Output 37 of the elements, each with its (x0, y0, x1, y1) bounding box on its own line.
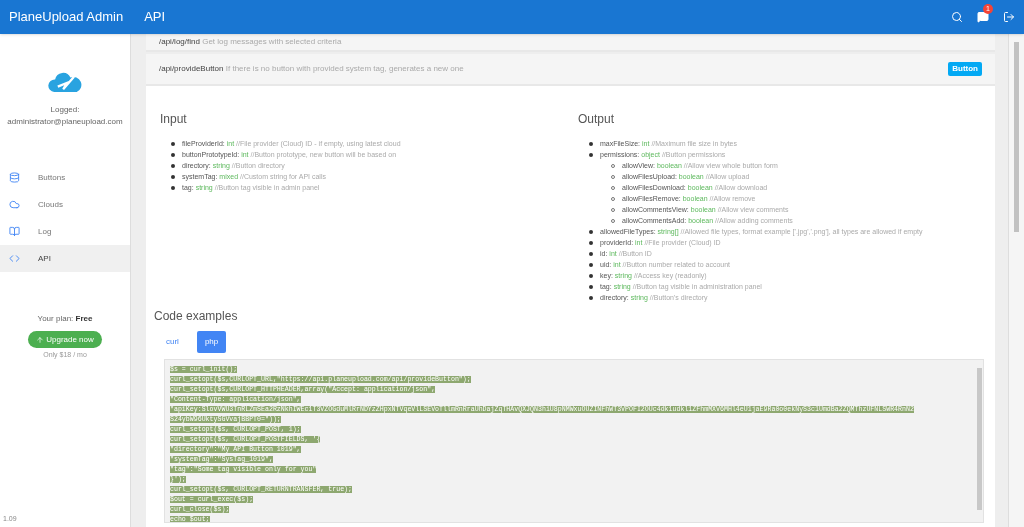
bullet-icon (171, 174, 175, 179)
code-box[interactable] (164, 359, 984, 523)
logo-icon (47, 72, 83, 94)
section-title: Code examples (154, 308, 239, 325)
bullet-icon (589, 284, 593, 289)
arrow-up-icon (36, 335, 45, 344)
bullet-icon (589, 251, 593, 256)
section-title: Input (160, 112, 187, 126)
chat-icon[interactable] (977, 11, 989, 23)
user-email: administrator@planeupload.com (6, 116, 124, 128)
section-title: Output (578, 112, 615, 126)
bullet-icon (589, 229, 593, 234)
bullet-icon (171, 141, 175, 146)
bullet-icon (171, 152, 175, 157)
bullet-icon (171, 163, 175, 168)
bullet-icon (589, 240, 593, 245)
bullet-icon (589, 262, 593, 267)
logout-icon[interactable] (1003, 11, 1015, 23)
bullet-icon (171, 185, 175, 190)
database-icon (9, 172, 20, 183)
code-tab[interactable]: php (196, 331, 227, 353)
code-icon (9, 253, 20, 264)
bullet-icon (589, 273, 593, 278)
upgrade-button[interactable]: Upgrade now (28, 331, 102, 348)
bullet-icon (589, 295, 593, 300)
plan-text: Your plan: Free (36, 313, 94, 325)
page-title: API (144, 8, 166, 27)
bullet-icon (589, 141, 593, 146)
bullet-icon (589, 152, 593, 157)
search-icon[interactable] (951, 11, 963, 23)
code-tab[interactable]: curl (158, 331, 187, 353)
book-icon (9, 226, 20, 237)
logged-label: Logged: (49, 104, 81, 116)
cloud-icon (9, 199, 20, 210)
button-tag: Button (948, 62, 982, 76)
nav-item[interactable]: API (0, 245, 130, 272)
app-title: PlaneUpload Admin (9, 8, 124, 27)
